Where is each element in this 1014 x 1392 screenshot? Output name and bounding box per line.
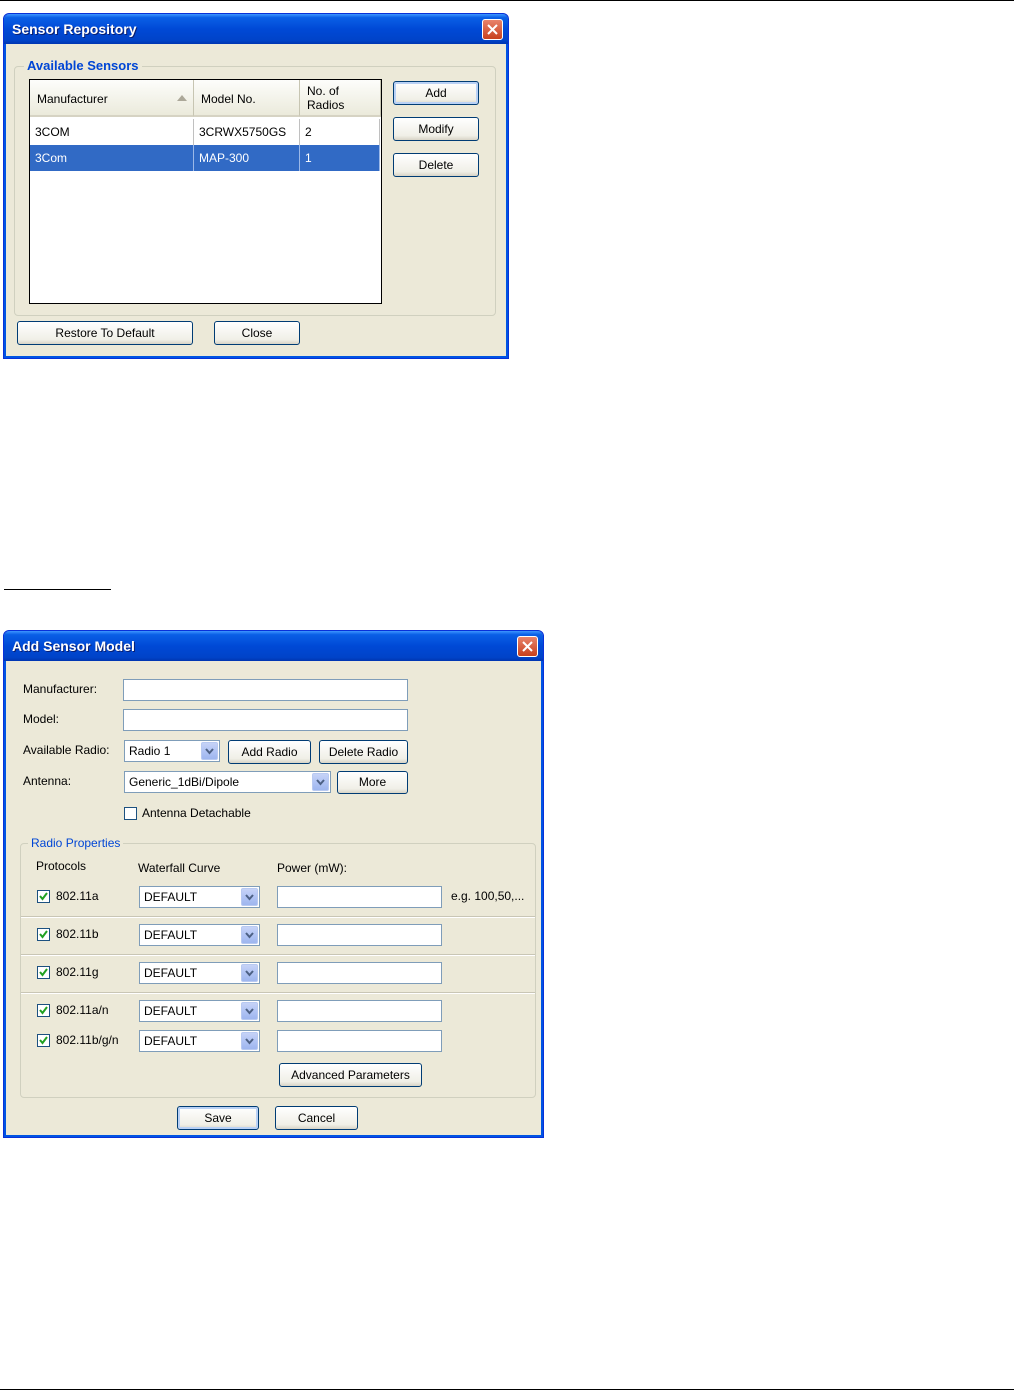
chevron-down-icon[interactable] [312, 773, 329, 791]
protocols-header: Protocols [36, 859, 87, 873]
manufacturer-label: Manufacturer: [23, 682, 98, 696]
page-top-rule [0, 0, 1014, 1]
close-icon[interactable] [517, 636, 538, 657]
sort-ascending-icon [177, 95, 187, 101]
model-label: Model: [23, 712, 60, 726]
dialog-title: Add Sensor Model [12, 638, 135, 654]
chevron-down-icon[interactable] [241, 964, 258, 982]
more-button[interactable]: More [337, 771, 408, 794]
row-divider [21, 916, 535, 918]
chevron-down-icon[interactable] [241, 926, 258, 944]
waterfall-curve-header: Waterfall Curve [138, 861, 221, 875]
close-button[interactable]: Close [214, 321, 300, 345]
add-button[interactable]: Add [393, 81, 479, 105]
delete-radio-button[interactable]: Delete Radio [319, 740, 408, 764]
column-header-manufacturer[interactable]: Manufacturer [30, 80, 194, 117]
chevron-down-icon[interactable] [241, 1002, 258, 1020]
cell-model: 3CRWX5750GS [194, 119, 300, 145]
waterfall-curve-select[interactable]: DEFAULT [139, 924, 260, 946]
row-divider [21, 992, 535, 994]
available-radio-label: Available Radio: [23, 743, 110, 757]
advanced-parameters-button[interactable]: Advanced Parameters [279, 1063, 422, 1087]
cell-radios: 2 [300, 119, 380, 145]
cell-manufacturer: 3COM [30, 119, 194, 145]
antenna-select[interactable]: Generic_1dBi/Dipole [124, 771, 331, 793]
protocol-label: 802.11g [56, 965, 99, 979]
cell-manufacturer: 3Com [30, 145, 194, 171]
dialog-title: Sensor Repository [12, 21, 137, 37]
waterfall-curve-select[interactable]: DEFAULT [139, 886, 260, 908]
power-input[interactable] [277, 1030, 442, 1052]
restore-to-default-button[interactable]: Restore To Default [17, 321, 193, 345]
cancel-button[interactable]: Cancel [275, 1106, 358, 1130]
caption-underline [4, 589, 111, 590]
modify-button[interactable]: Modify [393, 117, 479, 141]
power-header: Power (mW): [277, 861, 347, 875]
cell-radios: 1 [300, 145, 380, 171]
close-icon[interactable] [482, 19, 503, 40]
waterfall-curve-select[interactable]: DEFAULT [139, 962, 260, 984]
antenna-detachable-checkbox[interactable] [124, 807, 137, 820]
chevron-down-icon[interactable] [241, 1032, 258, 1050]
sensors-list[interactable]: Manufacturer Model No. No. of Radios 3CO… [29, 79, 382, 304]
available-radio-select[interactable]: Radio 1 [124, 740, 220, 762]
title-bar: Sensor Repository [4, 14, 508, 44]
model-input[interactable] [123, 709, 408, 731]
table-row-selected[interactable]: 3Com MAP-300 1 [30, 145, 380, 171]
protocol-label: 802.11b/g/n [56, 1033, 119, 1047]
waterfall-curve-select[interactable]: DEFAULT [139, 1000, 260, 1022]
power-input[interactable] [277, 886, 442, 908]
protocol-checkbox-802-11b[interactable] [37, 928, 50, 941]
save-button[interactable]: Save [177, 1106, 259, 1130]
radio-properties-label: Radio Properties [28, 836, 124, 850]
protocol-label: 802.11b [56, 927, 99, 941]
row-divider [21, 954, 535, 956]
sensor-repository-dialog: Sensor Repository Available Sensors Manu… [3, 13, 509, 359]
column-header-radios[interactable]: No. of Radios [300, 80, 381, 117]
title-bar: Add Sensor Model [4, 631, 543, 661]
available-sensors-label: Available Sensors [24, 58, 142, 73]
delete-button[interactable]: Delete [393, 153, 479, 177]
antenna-detachable-label: Antenna Detachable [142, 806, 251, 820]
power-hint: e.g. 100,50,... [451, 889, 525, 903]
add-radio-button[interactable]: Add Radio [228, 740, 311, 764]
protocol-checkbox-802-11a[interactable] [37, 890, 50, 903]
cell-model: MAP-300 [194, 145, 300, 171]
protocol-checkbox-802-11g[interactable] [37, 966, 50, 979]
chevron-down-icon[interactable] [241, 888, 258, 906]
antenna-label: Antenna: [23, 774, 72, 788]
protocol-checkbox-802-11b-g-n[interactable] [37, 1034, 50, 1047]
power-input[interactable] [277, 1000, 442, 1022]
protocol-checkbox-802-11a-n[interactable] [37, 1004, 50, 1017]
page-bottom-rule [0, 1389, 1014, 1390]
protocol-label: 802.11a/n [56, 1003, 109, 1017]
manufacturer-input[interactable] [123, 679, 408, 701]
waterfall-curve-select[interactable]: DEFAULT [139, 1030, 260, 1052]
protocol-label: 802.11a [56, 889, 99, 903]
power-input[interactable] [277, 962, 442, 984]
table-row[interactable]: 3COM 3CRWX5750GS 2 [30, 119, 380, 145]
power-input[interactable] [277, 924, 442, 946]
chevron-down-icon[interactable] [201, 742, 218, 760]
add-sensor-model-dialog: Add Sensor Model Manufacturer: Model: Av… [3, 630, 544, 1138]
column-header-model[interactable]: Model No. [194, 80, 300, 117]
